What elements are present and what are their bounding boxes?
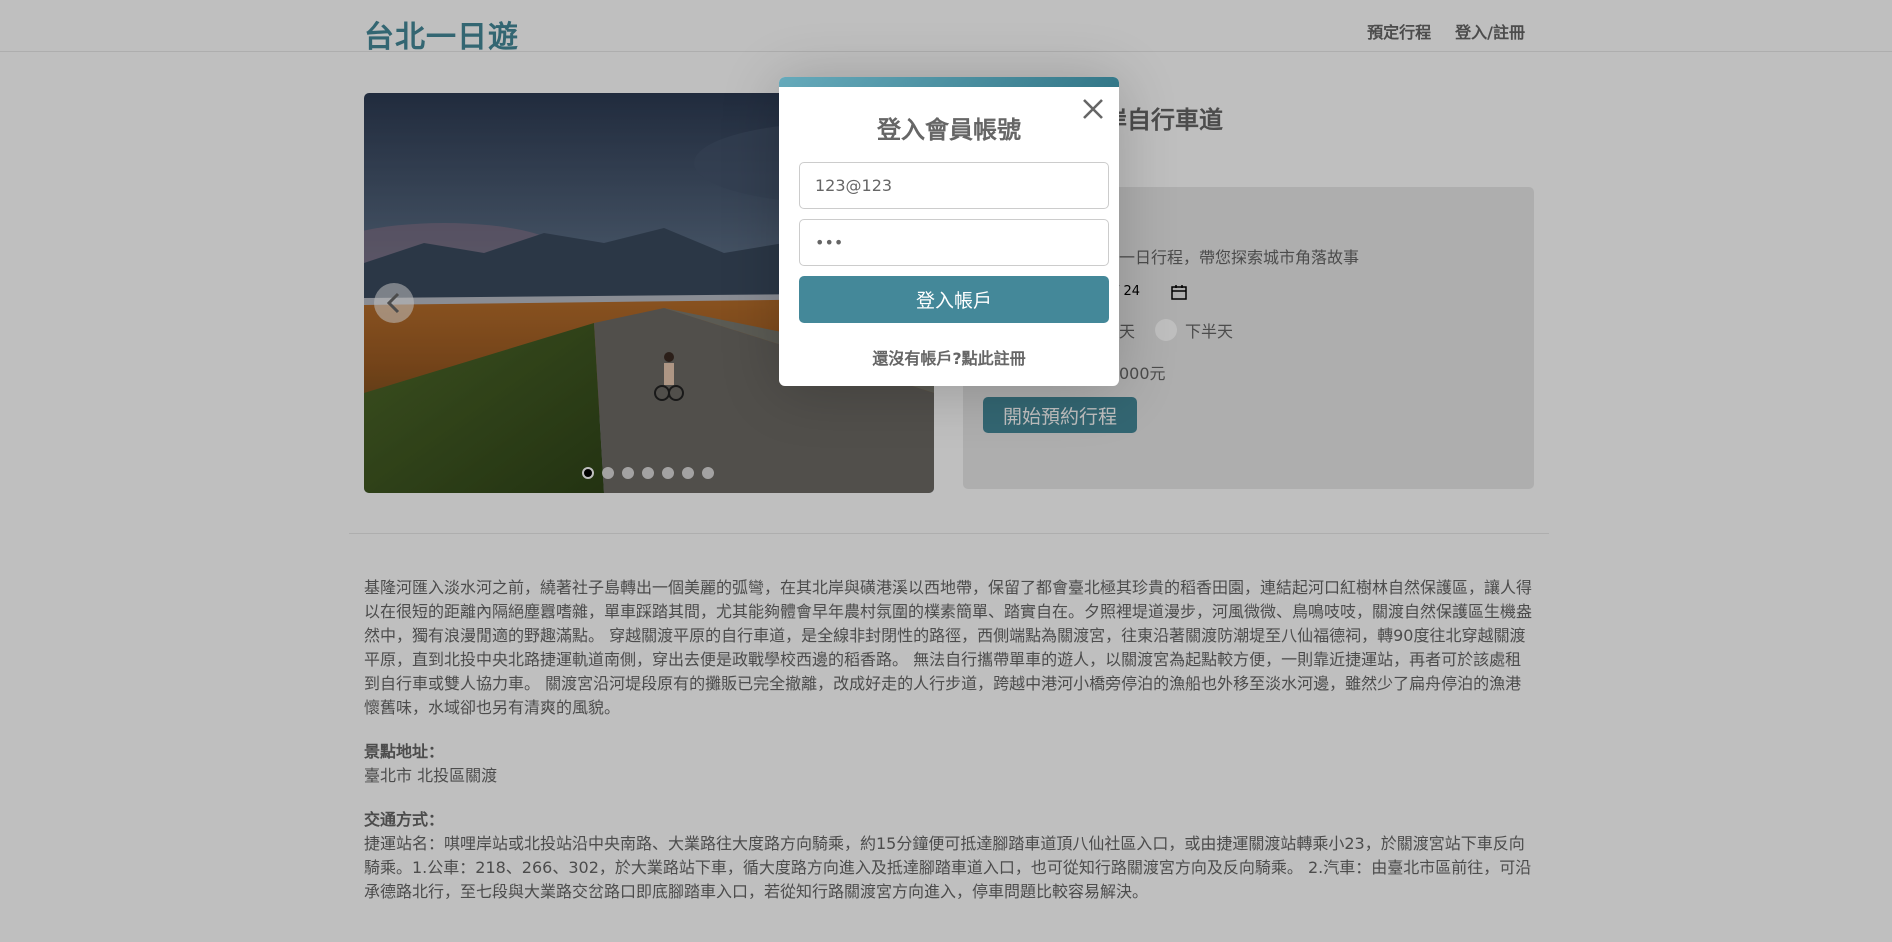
email-input[interactable] <box>799 162 1109 209</box>
register-link[interactable]: 還沒有帳戶?點此註冊 <box>779 345 1119 369</box>
modal-title: 登入會員帳號 <box>877 116 1021 144</box>
password-input[interactable] <box>799 219 1109 266</box>
modal-accent-bar <box>779 77 1119 87</box>
login-submit-button[interactable]: 登入帳戶 <box>799 276 1109 323</box>
login-modal: 登入會員帳號 登入帳戶 還沒有帳戶?點此註冊 <box>779 77 1119 386</box>
